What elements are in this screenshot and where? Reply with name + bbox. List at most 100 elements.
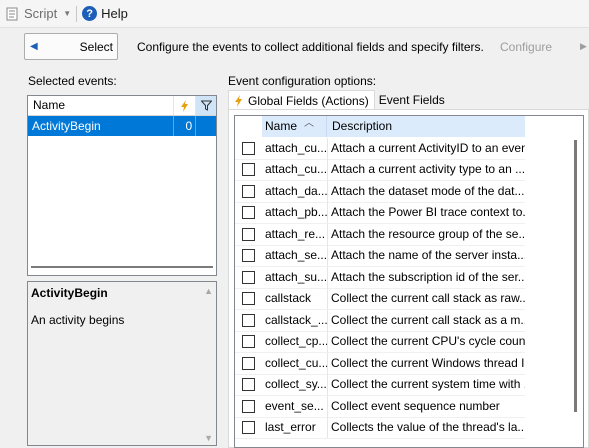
field-checkbox[interactable]	[242, 378, 255, 392]
field-row[interactable]: attach_cu... Attach a current ActivityID …	[235, 137, 525, 160]
field-checkbox[interactable]	[242, 292, 255, 306]
field-name: callstack	[262, 288, 328, 310]
field-checkbox[interactable]	[242, 184, 255, 198]
tab-global-fields-label: Global Fields (Actions)	[248, 93, 369, 108]
field-description: Attach the dataset mode of the dat...	[331, 183, 525, 198]
field-row[interactable]: attach_su... Attach the subscription id o…	[235, 266, 525, 289]
field-row[interactable]: attach_da... Attach the dataset mode of t…	[235, 180, 525, 203]
field-name: attach_su...	[262, 266, 328, 288]
field-row[interactable]: attach_se... Attach the name of the serve…	[235, 245, 525, 267]
column-header-checkbox	[235, 116, 262, 137]
selected-events-label: Selected events:	[28, 74, 117, 88]
field-description: Collect the current CPU's cycle count	[331, 334, 525, 349]
field-checkbox-cell	[235, 141, 262, 155]
field-checkbox-cell	[235, 399, 262, 413]
field-checkbox[interactable]	[242, 270, 255, 284]
field-row[interactable]: collect_cp... Collect the current CPU's c…	[235, 331, 525, 353]
sort-ascending-icon: ︿	[304, 118, 314, 129]
chevron-right-icon: ▶	[580, 41, 587, 51]
event-description-panel: ActivityBegin An activity begins ▲ ▼	[27, 281, 217, 446]
field-row[interactable]: event_se... Collect event sequence number	[235, 395, 525, 418]
field-name: attach_cu...	[262, 159, 328, 181]
field-row[interactable]: attach_cu... Attach a current activity ty…	[235, 159, 525, 181]
configure-label: Configure	[500, 39, 553, 54]
global-fields-grid[interactable]: Name ︿ Description attach_cu... Attach a …	[234, 115, 584, 448]
field-description: Collect event sequence number	[331, 398, 500, 413]
selected-events-list[interactable]: Name ActivityBegin 0	[27, 95, 217, 276]
field-name: attach_pb...	[262, 202, 328, 224]
global-fields-panel: Name ︿ Description attach_cu... Attach a …	[228, 109, 589, 448]
field-checkbox[interactable]	[242, 141, 255, 155]
scroll-down-icon[interactable]: ▼	[204, 433, 213, 443]
field-description: Attach a current activity type to an ...	[331, 162, 525, 177]
config-tabs: Global Fields (Actions) Event Fields	[228, 90, 449, 110]
field-checkbox[interactable]	[242, 227, 255, 241]
field-name: attach_da...	[262, 180, 328, 202]
field-description: Attach a current ActivityID to an event	[331, 140, 525, 155]
field-row[interactable]: callstack Collect the current call stack …	[235, 288, 525, 310]
field-checkbox-cell	[235, 378, 262, 392]
field-checkbox[interactable]	[242, 421, 255, 435]
field-description: Collect the current call stack as a m...	[331, 312, 525, 327]
field-row[interactable]: callstack_... Collect the current call st…	[235, 309, 525, 332]
field-checkbox-cell	[235, 421, 262, 435]
field-name: last_error	[262, 417, 328, 439]
vertical-scrollbar[interactable]	[574, 140, 577, 412]
field-checkbox[interactable]	[242, 399, 255, 413]
select-button[interactable]: ◀ Select	[24, 33, 118, 60]
chevron-down-icon[interactable]: ▼	[63, 9, 71, 18]
tab-global-fields[interactable]: Global Fields (Actions)	[228, 90, 375, 110]
field-row[interactable]: last_error Collects the value of the thre…	[235, 417, 525, 439]
field-checkbox-cell	[235, 184, 262, 198]
event-row[interactable]: ActivityBegin 0	[28, 116, 216, 136]
lightning-icon	[181, 99, 189, 112]
field-checkbox-cell	[235, 313, 262, 327]
tab-event-fields[interactable]: Event Fields	[374, 90, 449, 110]
script-icon	[6, 7, 18, 20]
field-name: collect_cp...	[262, 331, 328, 353]
column-header-fields[interactable]	[174, 96, 197, 115]
field-row[interactable]: attach_pb... Attach the Power BI trace co…	[235, 202, 525, 224]
field-checkbox-cell	[235, 249, 262, 263]
field-description: Attach the Power BI trace context to...	[331, 205, 525, 220]
field-row[interactable]: attach_re... Attach the resource group of…	[235, 223, 525, 246]
field-checkbox[interactable]	[242, 163, 255, 177]
field-name: event_se...	[262, 395, 328, 417]
column-header-name[interactable]: Name	[28, 96, 175, 115]
event-description-title: ActivityBegin	[31, 286, 108, 300]
field-checkbox[interactable]	[242, 206, 255, 220]
help-button[interactable]: ? Help	[79, 3, 131, 25]
nav-description: Configure the events to collect addition…	[137, 40, 484, 54]
field-checkbox[interactable]	[242, 335, 255, 349]
event-field-count: 0	[174, 116, 197, 136]
script-button[interactable]: Script ▼	[2, 3, 74, 25]
help-icon: ?	[82, 6, 98, 21]
field-checkbox[interactable]	[242, 313, 255, 327]
toolbar: Script ▼ ? Help	[0, 0, 589, 28]
scroll-up-icon[interactable]: ▲	[204, 286, 213, 296]
field-row[interactable]: collect_cu... Collect the current Windows…	[235, 352, 525, 375]
chevron-left-icon: ◀	[30, 41, 38, 52]
event-filter-cell	[196, 116, 216, 136]
field-row[interactable]: collect_sy... Collect the current system …	[235, 374, 525, 396]
field-checkbox-cell	[235, 270, 262, 284]
field-checkbox[interactable]	[242, 356, 255, 370]
column-header-description[interactable]: Description	[327, 116, 525, 137]
field-checkbox[interactable]	[242, 249, 255, 263]
horizontal-scrollbar[interactable]	[31, 266, 213, 268]
field-description: Collect the current system time with ...	[331, 377, 525, 392]
filter-icon	[200, 100, 212, 111]
column-header-name[interactable]: Name ︿	[262, 116, 327, 137]
field-checkbox-cell	[235, 292, 262, 306]
field-checkbox-cell	[235, 356, 262, 370]
field-name: collect_cu...	[262, 352, 328, 374]
column-header-filter[interactable]	[196, 96, 216, 115]
field-checkbox-cell	[235, 227, 262, 241]
fields-rows: attach_cu... Attach a current ActivityID …	[235, 137, 525, 439]
toolbar-separator	[76, 5, 78, 22]
field-checkbox-cell	[235, 206, 262, 220]
field-description: Attach the subscription id of the ser...	[331, 269, 525, 284]
field-description: Collect the current Windows thread ID	[331, 355, 525, 370]
field-description: Collects the value of the thread's la...	[331, 420, 525, 435]
configure-button[interactable]: Configure ▶	[490, 33, 589, 60]
